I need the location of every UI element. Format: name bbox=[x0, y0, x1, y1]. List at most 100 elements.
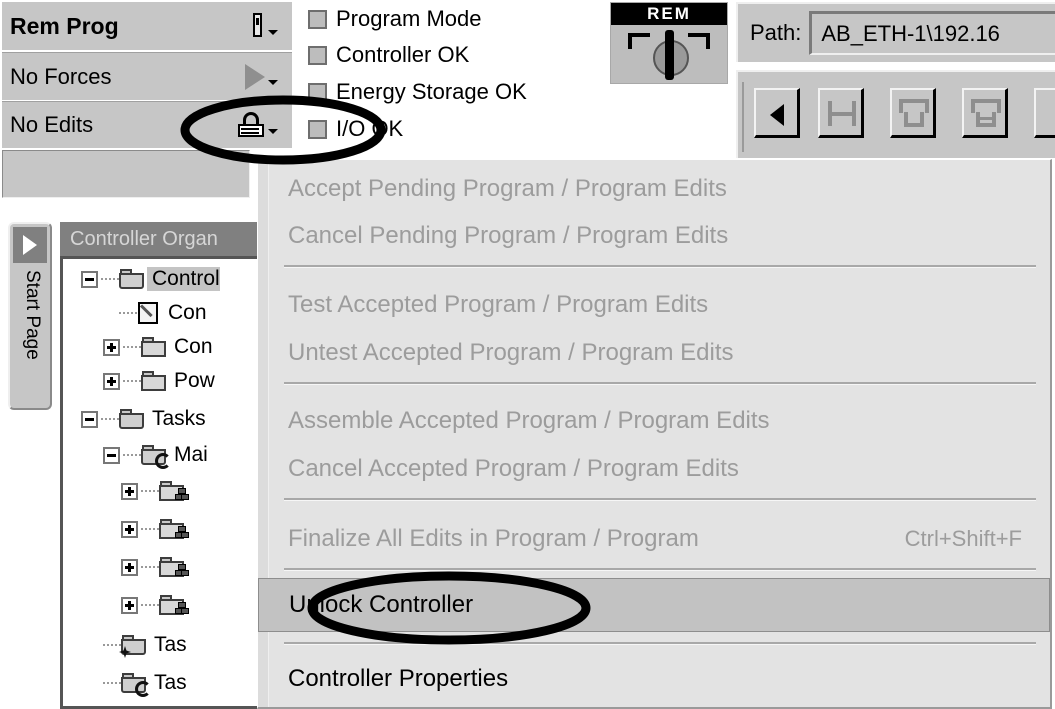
tree-item-program-2[interactable] bbox=[121, 515, 192, 543]
expand-expander-icon[interactable] bbox=[103, 338, 120, 356]
tree-item-controller-tags[interactable]: Con bbox=[119, 299, 207, 327]
tree-item-program-1[interactable] bbox=[121, 477, 192, 505]
tree-connector bbox=[123, 380, 141, 382]
menu-item-label: Controller Properties bbox=[288, 665, 509, 692]
mode-key-dropdown[interactable] bbox=[251, 13, 278, 39]
tree-connector bbox=[141, 604, 159, 606]
menu-item-label: Assemble Accepted Program / Program Edit… bbox=[288, 407, 770, 434]
controller-status-panel: Rem Prog No Forces No Edits bbox=[0, 0, 300, 160]
collapse-expander-icon[interactable] bbox=[81, 410, 98, 428]
expand-expander-icon[interactable] bbox=[121, 520, 138, 538]
chevron-down-icon bbox=[268, 80, 278, 85]
keyswitch-mode-indicator: REM bbox=[610, 2, 728, 84]
checkbox-label-io-ok: I/O OK bbox=[336, 116, 404, 141]
tree-item-program-4[interactable] bbox=[121, 591, 192, 619]
checkbox-controller-ok[interactable] bbox=[308, 45, 327, 65]
menu-item-label: Test Accepted Program / Program Edits bbox=[288, 291, 709, 318]
checkbox-row-program-mode[interactable]: Program Mode bbox=[308, 4, 482, 34]
checkbox-io-ok[interactable] bbox=[308, 119, 327, 139]
controller-organizer-panel: Controller Organ Control Con Con Pow Tas… bbox=[60, 222, 265, 709]
tree-item-power-up-handler[interactable]: Pow bbox=[103, 367, 215, 395]
menu-item-accept-pending-program[interactable]: Accept Pending Program / Program Edits bbox=[270, 166, 1048, 212]
tree-connector bbox=[101, 278, 119, 280]
keyswitch-mode-label: REM bbox=[611, 3, 727, 25]
menu-item-cancel-pending-program[interactable]: Cancel Pending Program / Program Edits bbox=[270, 213, 1048, 259]
folder-open-icon bbox=[119, 409, 145, 429]
program-icon bbox=[159, 557, 189, 577]
status-row-edits[interactable]: No Edits bbox=[2, 101, 292, 148]
tree-label: Tas bbox=[154, 671, 187, 694]
tree-item-task-2[interactable]: Tas bbox=[103, 669, 187, 697]
tree-label: Tas bbox=[154, 633, 187, 656]
program-icon bbox=[159, 519, 189, 539]
path-label: Path: bbox=[750, 20, 802, 45]
tree-connector bbox=[101, 418, 119, 420]
tree-label: Control bbox=[147, 267, 220, 291]
folder-open-icon bbox=[119, 269, 145, 289]
collapse-expander-icon[interactable] bbox=[81, 270, 98, 288]
tree-connector bbox=[103, 682, 121, 684]
nav-back-button[interactable] bbox=[754, 88, 800, 138]
controller-context-menu: Accept Pending Program / Program Edits C… bbox=[257, 159, 1052, 709]
tree-connector bbox=[103, 644, 121, 646]
status-edits-label: No Edits bbox=[10, 112, 94, 137]
insert-rung-button[interactable] bbox=[818, 88, 864, 138]
expand-expander-icon[interactable] bbox=[121, 558, 138, 576]
menu-item-label: Untest Accepted Program / Program Edits bbox=[288, 339, 734, 366]
insert-element-button[interactable] bbox=[1034, 88, 1055, 138]
status-row-forces[interactable]: No Forces bbox=[2, 52, 292, 100]
menu-separator bbox=[284, 265, 1036, 268]
menu-item-untest-accepted-program[interactable]: Untest Accepted Program / Program Edits bbox=[270, 330, 1048, 376]
menu-item-unlock-controller[interactable]: Unlock Controller bbox=[258, 578, 1050, 632]
task-icon bbox=[141, 445, 171, 469]
controller-state-checkbox-list: Program Mode Controller OK Energy Storag… bbox=[308, 2, 598, 157]
communication-path-bar: Path: AB_ETH-1\192.16 bbox=[736, 2, 1055, 62]
tree-item-controller-fault-handler[interactable]: Con bbox=[103, 333, 213, 361]
tree-label: Tasks bbox=[152, 407, 206, 430]
checkbox-row-energy-storage-ok[interactable]: Energy Storage OK bbox=[308, 77, 527, 107]
tree-label: Pow bbox=[174, 369, 215, 392]
menu-item-cancel-accepted-program[interactable]: Cancel Accepted Program / Program Edits bbox=[270, 446, 1048, 492]
checkbox-row-io-ok[interactable]: I/O OK bbox=[308, 114, 403, 144]
start-page-tab-label: Start Page bbox=[22, 270, 43, 360]
program-icon bbox=[159, 595, 189, 615]
forces-dropdown[interactable] bbox=[245, 63, 278, 90]
menu-item-assemble-accepted-program[interactable]: Assemble Accepted Program / Program Edit… bbox=[270, 398, 1048, 444]
start-page-tab[interactable]: Start Page bbox=[8, 222, 52, 410]
tree-item-tasks[interactable]: Tasks bbox=[81, 405, 206, 433]
menu-item-controller-properties[interactable]: Controller Properties bbox=[270, 656, 1048, 702]
insert-branch-level-button[interactable] bbox=[962, 88, 1008, 138]
tree-connector bbox=[123, 346, 141, 348]
tree-item-program-3[interactable] bbox=[121, 553, 192, 581]
path-input[interactable]: AB_ETH-1\192.16 bbox=[809, 11, 1055, 55]
menu-separator bbox=[284, 382, 1036, 385]
checkbox-energy-storage-ok[interactable] bbox=[308, 82, 327, 102]
edits-padlock-dropdown[interactable] bbox=[237, 111, 278, 139]
insert-branch-button[interactable] bbox=[890, 88, 936, 138]
tree-item-controller[interactable]: Control bbox=[81, 265, 220, 293]
menu-item-label: Finalize All Edits in Program / Program bbox=[288, 525, 699, 552]
menu-item-label: Unlock Controller bbox=[289, 591, 474, 618]
tree-item-main-task[interactable]: Mai bbox=[103, 441, 208, 469]
collapse-expander-icon[interactable] bbox=[103, 446, 120, 464]
expand-expander-icon[interactable] bbox=[121, 596, 138, 614]
menu-item-finalize-all-edits[interactable]: Finalize All Edits in Program / Program … bbox=[270, 516, 1048, 562]
checkbox-label-program-mode: Program Mode bbox=[336, 6, 482, 31]
keyswitch-icon bbox=[611, 25, 727, 83]
expand-expander-icon[interactable] bbox=[121, 482, 138, 500]
checkbox-program-mode[interactable] bbox=[308, 9, 327, 29]
padlock-icon bbox=[237, 111, 265, 139]
controller-organizer-tree[interactable]: Control Con Con Pow Tasks Mai Tas Tas bbox=[60, 256, 265, 709]
back-arrow-icon bbox=[770, 104, 784, 126]
menu-item-label: Cancel Pending Program / Program Edits bbox=[288, 222, 729, 249]
status-row-mode[interactable]: Rem Prog bbox=[2, 2, 292, 50]
chevron-down-icon bbox=[268, 128, 278, 134]
status-forces-label: No Forces bbox=[10, 63, 112, 89]
expand-expander-icon[interactable] bbox=[103, 372, 120, 390]
tree-item-unscheduled-programs[interactable]: Tas bbox=[103, 631, 187, 659]
unscheduled-programs-icon bbox=[119, 635, 147, 658]
menu-item-test-accepted-program[interactable]: Test Accepted Program / Program Edits bbox=[270, 282, 1048, 328]
program-icon bbox=[159, 481, 189, 501]
menu-item-shortcut: Ctrl+Shift+F bbox=[904, 526, 1022, 551]
checkbox-row-controller-ok[interactable]: Controller OK bbox=[308, 40, 469, 70]
